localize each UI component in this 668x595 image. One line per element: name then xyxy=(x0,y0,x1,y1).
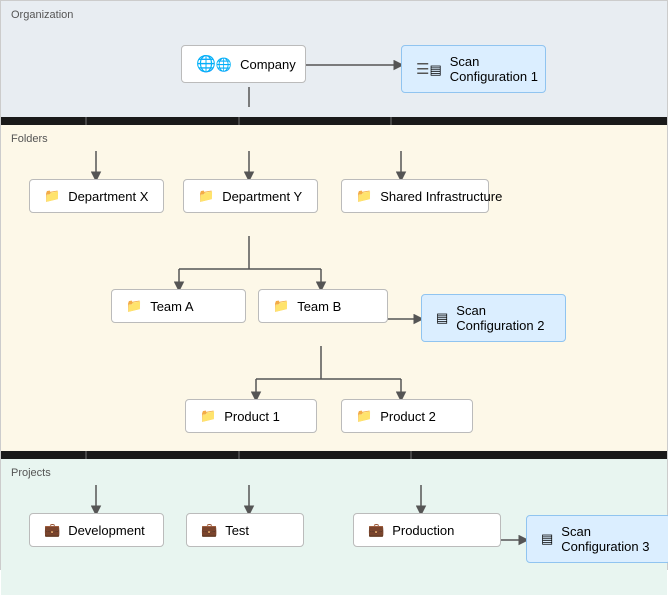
briefcase-icon-prod: 💼 xyxy=(368,522,384,538)
scan-config-1-node[interactable]: ▤ ScanConfiguration 1 xyxy=(401,45,546,93)
org-label: Organization xyxy=(11,9,657,21)
dev-label: Development xyxy=(68,523,145,538)
shared-label: Shared Infrastructure xyxy=(380,189,502,204)
dept-x-node[interactable]: 📁 Department X xyxy=(29,179,164,213)
scan-config-2-node[interactable]: ▤ ScanConfiguration 2 xyxy=(421,294,566,342)
briefcase-icon-dev: 💼 xyxy=(44,522,60,538)
divider-1 xyxy=(1,117,667,125)
folders-label: Folders xyxy=(11,133,657,145)
shared-infra-node[interactable]: 📁 Shared Infrastructure xyxy=(341,179,489,213)
folders-inner: 📁 Department X 📁 Department Y 📁 Shared I… xyxy=(11,151,657,441)
scan1-label: ScanConfiguration 1 xyxy=(450,54,538,84)
prod-label: Production xyxy=(392,523,454,538)
diagram-wrapper: Organization 🌐 Company ▤ xyxy=(0,0,668,570)
company-node[interactable]: 🌐 Company xyxy=(181,45,306,83)
test-label: Test xyxy=(225,523,249,538)
section-org: Organization 🌐 Company ▤ xyxy=(1,1,667,117)
product2-label: Product 2 xyxy=(380,409,436,424)
team-b-label: Team B xyxy=(297,299,341,314)
globe-icon: 🌐 xyxy=(196,54,232,74)
product-1-node[interactable]: 📁 Product 1 xyxy=(185,399,317,433)
folder-icon-p1: 📁 xyxy=(200,408,216,424)
folder-icon-tb: 📁 xyxy=(273,298,289,314)
scan2-label: ScanConfiguration 2 xyxy=(456,303,544,333)
section-folders: Folders xyxy=(1,125,667,451)
org-lines xyxy=(11,27,657,107)
team-a-label: Team A xyxy=(150,299,193,314)
scan3-icon: ▤ xyxy=(541,531,553,547)
projects-label: Projects xyxy=(11,467,657,479)
dept-y-label: Department Y xyxy=(222,189,302,204)
projects-inner: 💼 Development 💼 Test 💼 Production ▤ Scan… xyxy=(11,485,657,585)
divider2-lines xyxy=(1,451,668,459)
test-node[interactable]: 💼 Test xyxy=(186,513,304,547)
folder-icon-dy: 📁 xyxy=(198,188,214,204)
scan-config-3-node[interactable]: ▤ ScanConfiguration 3 xyxy=(526,515,668,563)
company-label: Company xyxy=(240,57,296,72)
production-node[interactable]: 💼 Production xyxy=(353,513,501,547)
section-projects: Projects 💼 Development xyxy=(1,459,667,595)
divider1-lines xyxy=(1,117,668,125)
folder-icon-p2: 📁 xyxy=(356,408,372,424)
scan1-icon: ▤ xyxy=(416,60,442,78)
dept-y-node[interactable]: 📁 Department Y xyxy=(183,179,318,213)
team-a-node[interactable]: 📁 Team A xyxy=(111,289,246,323)
dept-x-label: Department X xyxy=(68,189,148,204)
scan2-icon: ▤ xyxy=(436,310,448,326)
divider-2 xyxy=(1,451,667,459)
briefcase-icon-test: 💼 xyxy=(201,522,217,538)
org-inner: 🌐 Company ▤ ScanConfiguration 1 xyxy=(11,27,657,107)
dev-node[interactable]: 💼 Development xyxy=(29,513,164,547)
folder-icon-si: 📁 xyxy=(356,188,372,204)
folder-icon-ta: 📁 xyxy=(126,298,142,314)
folder-icon-dx: 📁 xyxy=(44,188,60,204)
product1-label: Product 1 xyxy=(224,409,280,424)
scan3-label: ScanConfiguration 3 xyxy=(561,524,649,554)
product-2-node[interactable]: 📁 Product 2 xyxy=(341,399,473,433)
team-b-node[interactable]: 📁 Team B xyxy=(258,289,388,323)
